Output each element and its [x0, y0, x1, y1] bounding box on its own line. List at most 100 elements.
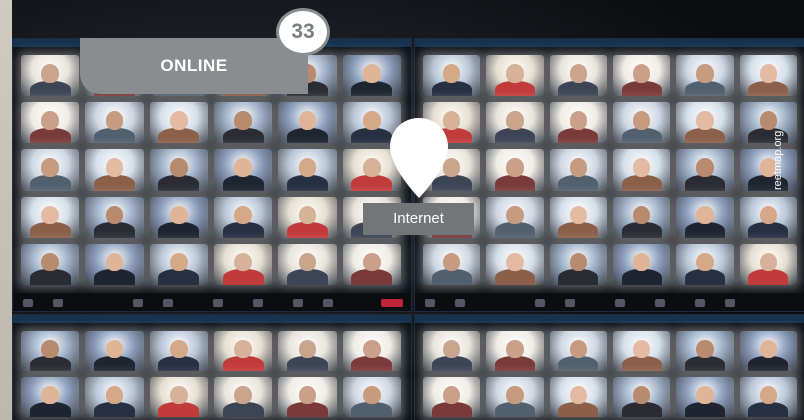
participant-body — [684, 269, 726, 285]
participant-face — [363, 385, 381, 404]
participant-body — [621, 269, 662, 285]
participant-video-tile — [739, 196, 797, 238]
participant-body — [684, 174, 726, 191]
participant-body — [748, 401, 789, 417]
participant-video-tile — [21, 377, 80, 417]
participant-face — [633, 111, 651, 130]
window-titlebar — [415, 39, 804, 47]
participant-video-tile — [278, 331, 337, 371]
participant-video-tile — [486, 331, 544, 371]
participant-video-tile — [149, 102, 208, 144]
participant-face — [506, 252, 524, 272]
participant-video-tile — [549, 149, 607, 191]
toolbar-icon — [535, 299, 545, 307]
participant-face — [41, 205, 59, 225]
participant-face — [170, 205, 188, 225]
participant-video-tile — [21, 55, 80, 97]
participant-face — [41, 111, 59, 130]
participant-body — [158, 127, 200, 144]
participant-video-tile — [342, 377, 401, 417]
participant-face — [759, 205, 777, 225]
participant-body — [29, 174, 71, 191]
participant-body — [494, 80, 536, 97]
participant-body — [29, 401, 71, 417]
participant-video-tile — [613, 55, 671, 97]
photo-credit: reetmap.org — [772, 130, 784, 190]
participant-video-tile — [149, 149, 208, 191]
participant-video-tile — [278, 102, 337, 144]
participant-face — [298, 158, 317, 177]
participant-body — [351, 355, 393, 371]
participant-body — [494, 127, 536, 144]
toolbar-icon — [425, 299, 435, 307]
participant-face — [363, 64, 381, 83]
participant-video-tile — [423, 243, 481, 285]
participant-video-tile — [214, 102, 273, 144]
participant-video-tile — [423, 331, 481, 371]
participant-video-tile — [85, 102, 144, 144]
participant-face — [170, 339, 188, 358]
toolbar-icon — [695, 299, 705, 307]
participant-face — [506, 64, 524, 83]
participant-body — [94, 355, 135, 371]
participant-face — [363, 158, 381, 177]
participant-video-tile — [278, 377, 337, 417]
participant-face — [363, 252, 381, 272]
participant-body — [222, 401, 264, 417]
participant-body — [431, 269, 472, 285]
toolbar-icon — [323, 299, 333, 307]
participant-body — [621, 80, 662, 97]
participant-video-tile — [676, 55, 734, 97]
participant-face — [569, 252, 587, 272]
participant-body — [494, 269, 536, 285]
participant-face — [696, 205, 714, 225]
participant-body — [29, 80, 71, 97]
participant-video-tile — [676, 102, 734, 144]
participant-body — [222, 222, 264, 238]
participant-body — [351, 80, 393, 97]
participant-body — [494, 222, 536, 238]
participant-video-tile — [21, 243, 80, 285]
video-call-window — [414, 38, 804, 312]
participant-video-tile — [278, 196, 337, 238]
participant-video-tile — [214, 331, 273, 371]
participant-video-tile — [21, 149, 80, 191]
participant-body — [94, 269, 135, 285]
participant-face — [298, 205, 317, 225]
participant-body — [29, 127, 71, 144]
participant-body — [621, 401, 662, 417]
participant-face — [105, 385, 124, 404]
participant-video-tile — [739, 55, 797, 97]
participant-face — [170, 158, 188, 177]
participant-face — [569, 339, 587, 358]
participant-video-tile — [613, 102, 671, 144]
toolbar-icon — [213, 299, 223, 307]
participant-body — [494, 174, 536, 191]
toolbar-icon — [163, 299, 173, 307]
participant-video-tile — [486, 243, 544, 285]
participant-face — [41, 158, 59, 177]
participant-video-tile — [85, 243, 144, 285]
participant-face — [506, 205, 524, 225]
participant-video-tile — [676, 196, 734, 238]
participant-face — [569, 64, 587, 83]
participant-video-tile — [214, 149, 273, 191]
participant-face — [170, 385, 188, 404]
participant-video-tile — [214, 377, 273, 417]
participant-face — [105, 111, 124, 130]
participant-body — [684, 127, 726, 144]
participant-body — [684, 401, 726, 417]
participant-video-tile — [613, 196, 671, 238]
participant-face — [759, 252, 777, 272]
participant-face — [443, 339, 461, 358]
participant-face — [696, 252, 714, 272]
toolbar-icon — [23, 299, 33, 307]
participant-face — [41, 339, 59, 358]
toolbar-icon — [615, 299, 625, 307]
participant-video-tile — [486, 149, 544, 191]
participant-face — [506, 158, 524, 177]
video-call-window — [414, 314, 804, 420]
participant-video-tile — [549, 243, 607, 285]
participant-face — [569, 111, 587, 130]
participant-body — [158, 401, 200, 417]
